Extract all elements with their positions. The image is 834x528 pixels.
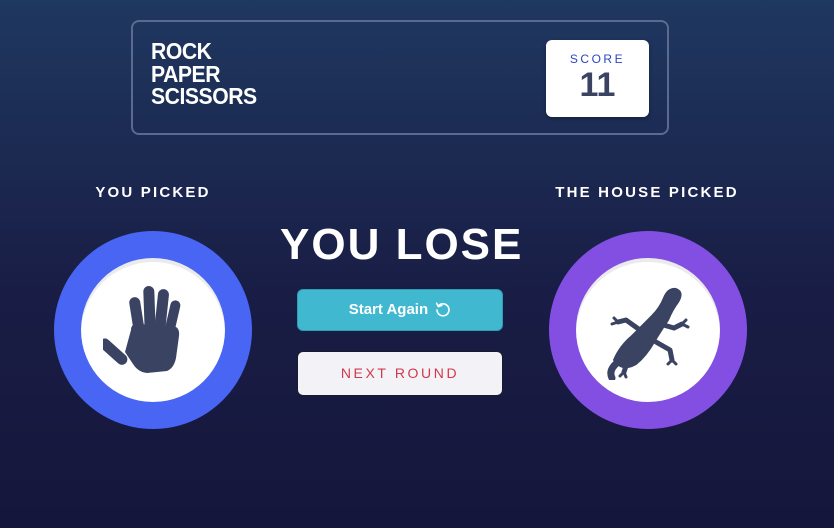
next-round-button[interactable]: NEXT ROUND [297, 351, 503, 396]
house-picked-label: THE HOUSE PICKED [555, 184, 739, 201]
score-label: SCORE [569, 52, 626, 66]
logo-line-3: SCISSORS [151, 83, 257, 109]
hand-icon [103, 285, 181, 373]
logo-line-2: PAPER [151, 60, 221, 87]
player-token-face [81, 258, 225, 402]
logo-line-1: ROCK [151, 38, 212, 64]
lizard-icon [607, 287, 690, 380]
player-paper-token [54, 231, 252, 429]
game-logo: ROCK PAPER SCISSORS [151, 40, 291, 108]
start-again-label: Start Again [348, 301, 429, 318]
result-text: YOU LOSE [280, 220, 524, 269]
score-header: ROCK PAPER SCISSORS SCORE 11 [131, 20, 669, 135]
you-picked-label: YOU PICKED [95, 184, 211, 201]
restart-icon [436, 302, 451, 317]
start-again-button[interactable]: Start Again [297, 289, 503, 331]
house-lizard-token [549, 231, 747, 429]
house-token-face [576, 258, 720, 402]
score-value: 11 [579, 66, 616, 104]
score-box: SCORE 11 [546, 40, 649, 117]
